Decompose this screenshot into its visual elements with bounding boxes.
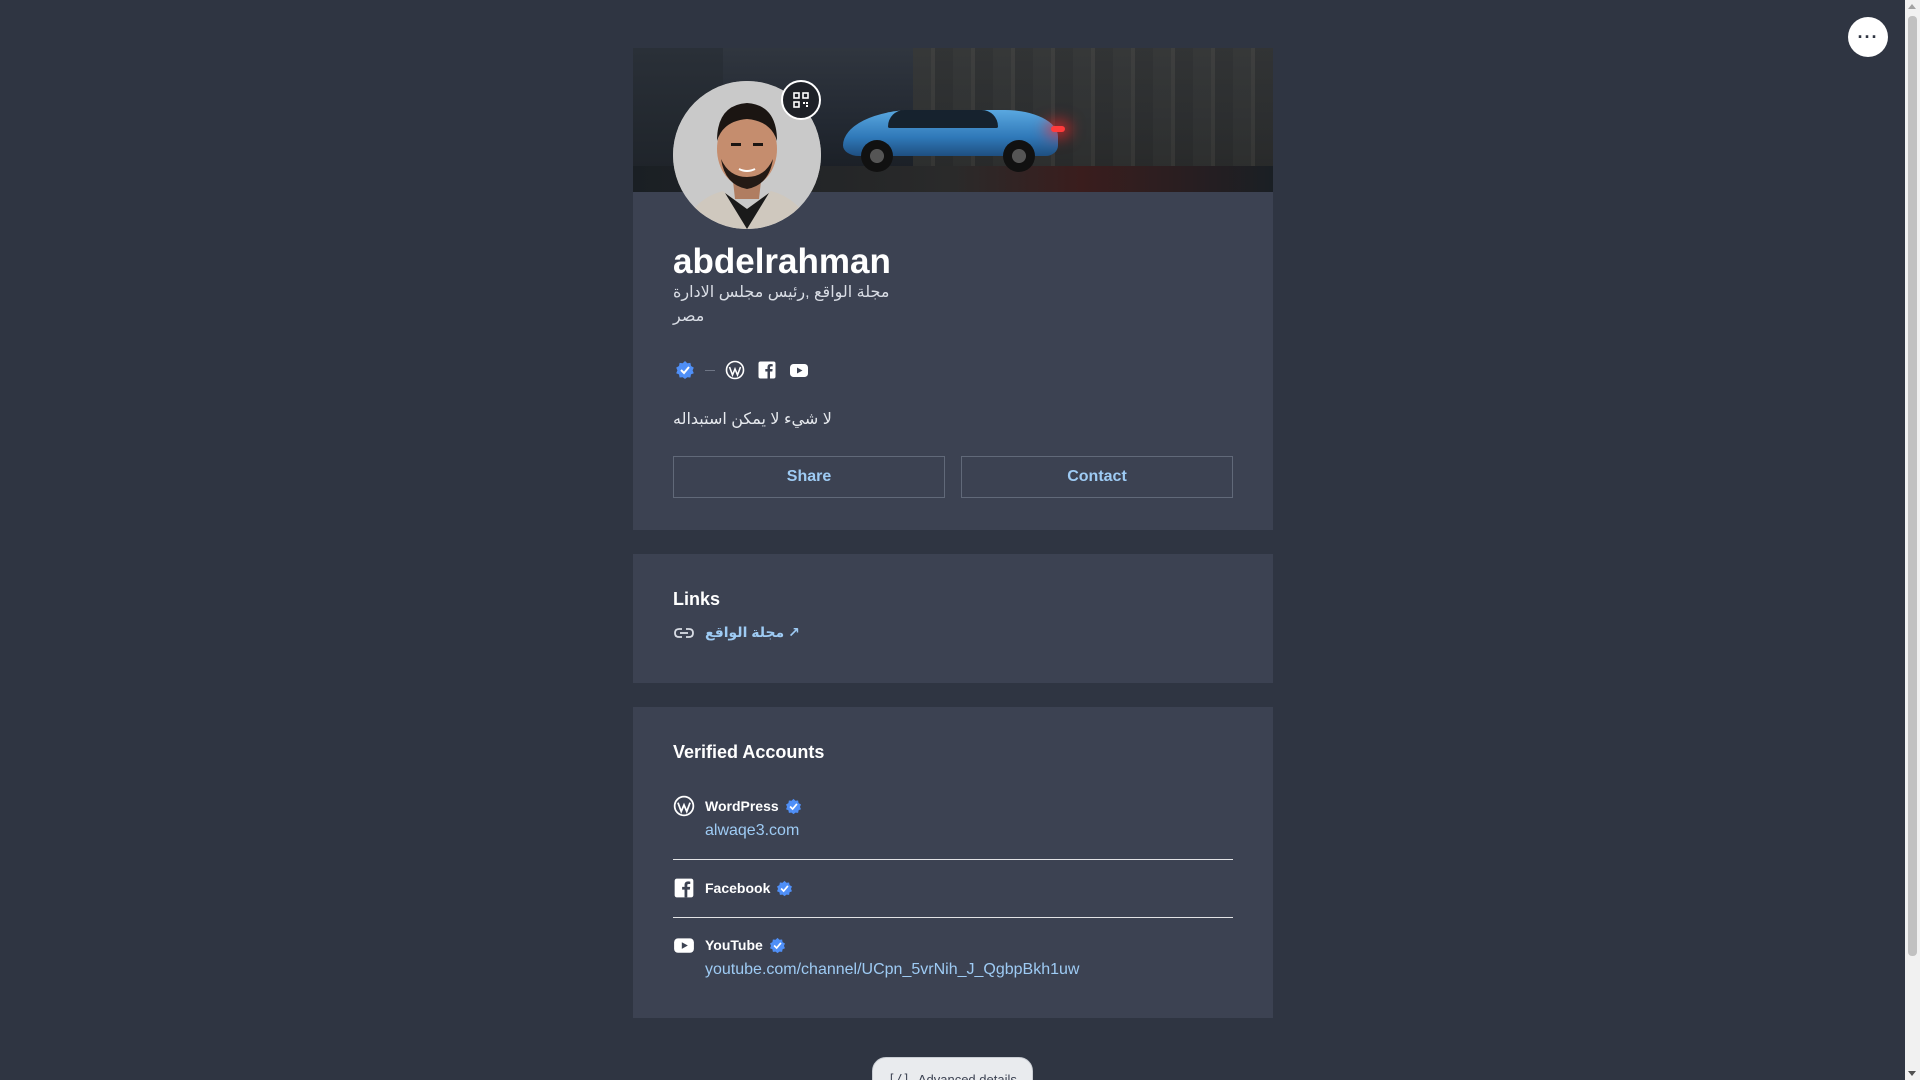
account-name: WordPress — [705, 798, 779, 814]
link-icon — [674, 627, 694, 638]
account-url[interactable]: youtube.com/channel/UCpn_5vrNih_J_QgbpBk… — [705, 961, 1233, 979]
divider — [673, 917, 1233, 918]
link-item[interactable]: مجلة الواقع ↗ — [673, 624, 800, 641]
qr-code-icon — [793, 92, 809, 108]
facebook-icon — [674, 878, 694, 898]
profile-location: مصر — [673, 308, 705, 325]
verified-account-wordpress[interactable]: WordPress alwaqe3.com — [673, 795, 1233, 840]
scroll-thumb[interactable] — [1908, 16, 1917, 956]
links-card: Links مجلة الواقع ↗ — [633, 554, 1273, 683]
verified-check-icon — [785, 798, 802, 815]
profile-bio: لا شيء لا يمكن استبداله — [673, 411, 832, 428]
links-heading: Links — [673, 589, 721, 609]
verified-account-facebook[interactable]: Facebook — [673, 877, 1233, 899]
advanced-details-button[interactable]: [/] Advanced details — [872, 1057, 1033, 1080]
verified-check-icon — [769, 937, 786, 954]
youtube-icon[interactable] — [787, 358, 811, 382]
page-scrollbar[interactable] — [1905, 0, 1920, 1080]
verified-accounts-heading: Verified Accounts — [673, 742, 825, 762]
profile-name: abdelrahman — [673, 242, 891, 281]
verified-accounts-card: Verified Accounts WordPress alwaqe3.com — [633, 707, 1273, 1018]
account-name: Facebook — [705, 880, 771, 896]
wordpress-icon[interactable] — [723, 358, 747, 382]
scroll-down-arrow[interactable] — [1908, 1071, 1916, 1076]
divider — [673, 859, 1233, 860]
youtube-icon — [674, 938, 694, 953]
code-bracket-icon: [/] — [888, 1072, 910, 1080]
share-button[interactable]: Share — [673, 456, 945, 498]
profile-card: abdelrahman مجلة الواقع ,رئيس مجلس الادا… — [633, 48, 1273, 530]
wordpress-icon — [673, 795, 695, 817]
verified-account-youtube[interactable]: YouTube youtube.com/channel/UCpn_5vrNih_… — [673, 934, 1233, 979]
verified-check-icon — [776, 880, 793, 897]
profile-headline: مجلة الواقع ,رئيس مجلس الادارة — [673, 284, 890, 301]
advanced-details-label: Advanced details — [917, 1072, 1017, 1080]
more-options-button[interactable]: ··· — [1848, 17, 1888, 57]
account-name: YouTube — [705, 937, 763, 953]
contact-button[interactable]: Contact — [961, 456, 1233, 498]
scroll-up-arrow[interactable] — [1908, 4, 1916, 9]
account-url[interactable]: alwaqe3.com — [705, 822, 1233, 840]
social-icons-row — [673, 358, 811, 382]
link-item-label[interactable]: مجلة الواقع ↗ — [705, 624, 800, 641]
qr-code-button[interactable] — [781, 80, 821, 120]
profile-column: abdelrahman مجلة الواقع ,رئيس مجلس الادا… — [633, 0, 1273, 1080]
separator — [705, 369, 715, 371]
facebook-icon[interactable] — [755, 358, 779, 382]
verified-badge-icon — [673, 358, 697, 382]
